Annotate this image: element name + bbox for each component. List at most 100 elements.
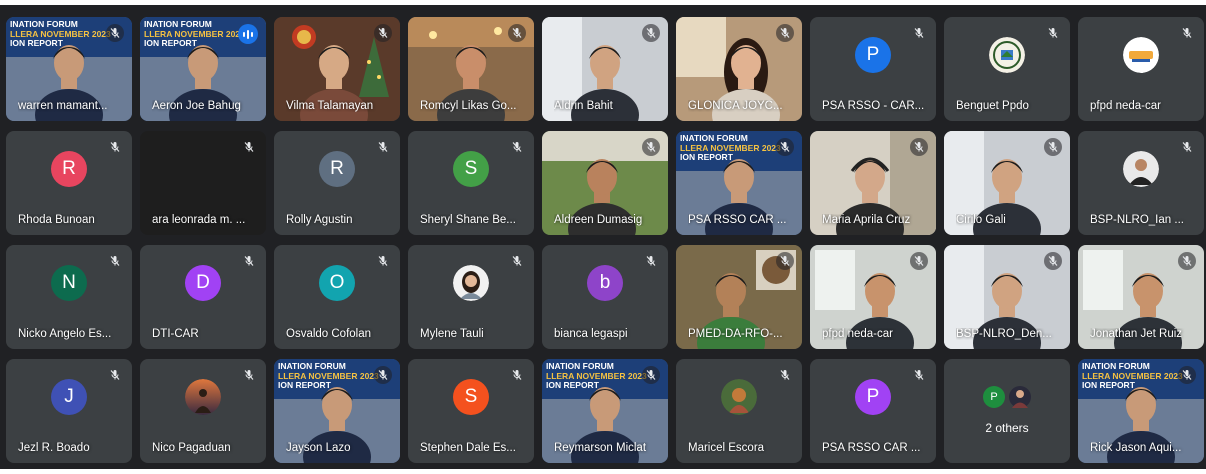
mic-muted-icon [508,366,526,384]
mic-muted-icon [106,366,124,384]
avatar [1123,151,1159,187]
participant-tile[interactable]: Nico Pagaduan [140,359,266,463]
others-count: 2 others [985,421,1029,435]
mic-muted-icon [642,252,660,270]
participant-tile[interactable]: N Nicko Angelo Es... [6,245,132,349]
meeting-stage: INATION FORUM LLERA NOVEMBER 2023 ION REPO… [0,5,1206,469]
participant-name: Rhoda Bunoan [18,214,95,226]
participant-name: DTI-CAR [152,328,199,340]
participant-name: BSP-NLRO_Den... [956,328,1052,340]
mic-muted-icon [910,24,928,42]
participant-tile[interactable]: INATION FORUM LLERA NOVEMBER 2023 ION REPO… [1078,359,1204,463]
mic-muted-icon [776,366,794,384]
avatar: N [51,265,87,301]
mic-muted-icon [642,366,660,384]
participant-tile[interactable]: pfpd neda-car [1078,17,1204,121]
mic-muted-icon [106,138,124,156]
mic-muted-icon [776,24,794,42]
participant-tile[interactable]: R Rhoda Bunoan [6,131,132,235]
avatar: R [51,151,87,187]
participant-tile[interactable]: O Osvaldo Cofolan [274,245,400,349]
speaking-indicator-icon [238,24,258,44]
avatar: R [319,151,355,187]
participant-tile[interactable]: BSP-NLRO_Den... [944,245,1070,349]
mic-muted-icon [508,252,526,270]
avatar: P [983,386,1005,408]
banner-line: ION REPORT [1082,380,1135,390]
participant-tile[interactable]: INATION FORUM LLERA NOVEMBER 2023 ION REPO… [140,17,266,121]
participant-tile[interactable]: D DTI-CAR [140,245,266,349]
presentation-banner: INATION FORUM LLERA NOVEMBER 2023 ION REPO… [278,361,379,391]
avatar: S [453,151,489,187]
participant-tile[interactable]: Aldrin Bahit [542,17,668,121]
mic-muted-icon [642,138,660,156]
participant-tile[interactable]: S Sheryl Shane Be... [408,131,534,235]
mic-muted-icon [1178,366,1196,384]
participant-tile[interactable]: Mylene Tauli [408,245,534,349]
participant-tile[interactable]: Jonathan Jet Ruiz [1078,245,1204,349]
participant-name: BSP-NLRO_Ian ... [1090,214,1184,226]
participant-tile[interactable]: Aldreen Dumasig [542,131,668,235]
banner-line: ION REPORT [144,38,197,48]
mic-muted-icon [910,366,928,384]
participant-name: pfpd neda-car [1090,100,1161,112]
participant-grid: INATION FORUM LLERA NOVEMBER 2023 ION REPO… [6,17,1204,463]
banner-line: ION REPORT [680,152,733,162]
avatar [721,379,757,415]
participant-name: Maricel Escora [688,442,765,454]
participant-tile[interactable]: Maricel Escora [676,359,802,463]
avatar [453,265,489,301]
mic-muted-icon [910,252,928,270]
avatar: J [51,379,87,415]
participant-tile[interactable]: INATION FORUM LLERA NOVEMBER 2023 ION REPO… [676,131,802,235]
mic-muted-icon [1044,138,1062,156]
avatar: P [855,37,891,73]
participant-tile[interactable]: INATION FORUM LLERA NOVEMBER 2023 ION REPO… [542,359,668,463]
participant-name: Reymarson Miclat [554,442,647,454]
participant-name: GLONICA JOYC... [688,100,783,112]
participant-name: Nicko Angelo Es... [18,328,112,340]
participant-tile[interactable]: BSP-NLRO_Ian ... [1078,131,1204,235]
participant-tile[interactable]: S Stephen Dale Es... [408,359,534,463]
participant-tile[interactable]: pfpd neda-car [810,245,936,349]
participant-tile[interactable]: b bianca legaspi [542,245,668,349]
participant-tile[interactable]: PMED-DA-RFO-... [676,245,802,349]
mic-muted-icon [910,138,928,156]
participant-name: PSA RSSO CAR ... [822,442,921,454]
participant-name: Nico Pagaduan [152,442,231,454]
participant-tile[interactable]: P PSA RSSO CAR ... [810,359,936,463]
participant-tile[interactable]: R Rolly Agustin [274,131,400,235]
participant-tile[interactable]: P PSA RSSO - CAR... [810,17,936,121]
participant-tile[interactable]: Romcyl Likas Go... [408,17,534,121]
participant-tile[interactable]: INATION FORUM LLERA NOVEMBER 2023 ION REPO… [6,17,132,121]
participant-tile[interactable]: Vilma Talamayan [274,17,400,121]
participant-name: Aldreen Dumasig [554,214,643,226]
mic-muted-icon [1044,24,1062,42]
avatar [185,379,221,415]
participant-name: Rick Jason Aqui... [1090,442,1182,454]
participant-name: Benguet Ppdo [956,100,1029,112]
presentation-banner: INATION FORUM LLERA NOVEMBER 2023 ION REPO… [144,19,245,49]
participant-name: warren mamant... [18,100,108,112]
presentation-banner: INATION FORUM LLERA NOVEMBER 2023 ION REPO… [546,361,647,391]
mic-muted-icon [374,366,392,384]
participant-tile[interactable]: J Jezl R. Boado [6,359,132,463]
mic-muted-icon [374,24,392,42]
participant-name: Cirilo Gali [956,214,1006,226]
mic-muted-icon [240,366,258,384]
participant-name: Jezl R. Boado [18,442,90,454]
mic-muted-icon [240,138,258,156]
participant-tile[interactable]: Benguet Ppdo [944,17,1070,121]
participant-tile[interactable]: ara leonrada m. ... [140,131,266,235]
participant-name: bianca legaspi [554,328,628,340]
participant-tile[interactable]: INATION FORUM LLERA NOVEMBER 2023 ION REPO… [274,359,400,463]
participant-tile[interactable]: P 2 others [944,359,1070,463]
presentation-banner: INATION FORUM LLERA NOVEMBER 2023 ION REPO… [1082,361,1183,391]
participant-tile[interactable]: GLONICA JOYC... [676,17,802,121]
avatar [989,37,1025,73]
participant-tile[interactable]: Maria Aprila Cruz [810,131,936,235]
banner-line: ION REPORT [546,380,599,390]
participant-tile[interactable]: Cirilo Gali [944,131,1070,235]
participant-name: Aeron Joe Bahug [152,100,241,112]
mic-muted-icon [240,252,258,270]
